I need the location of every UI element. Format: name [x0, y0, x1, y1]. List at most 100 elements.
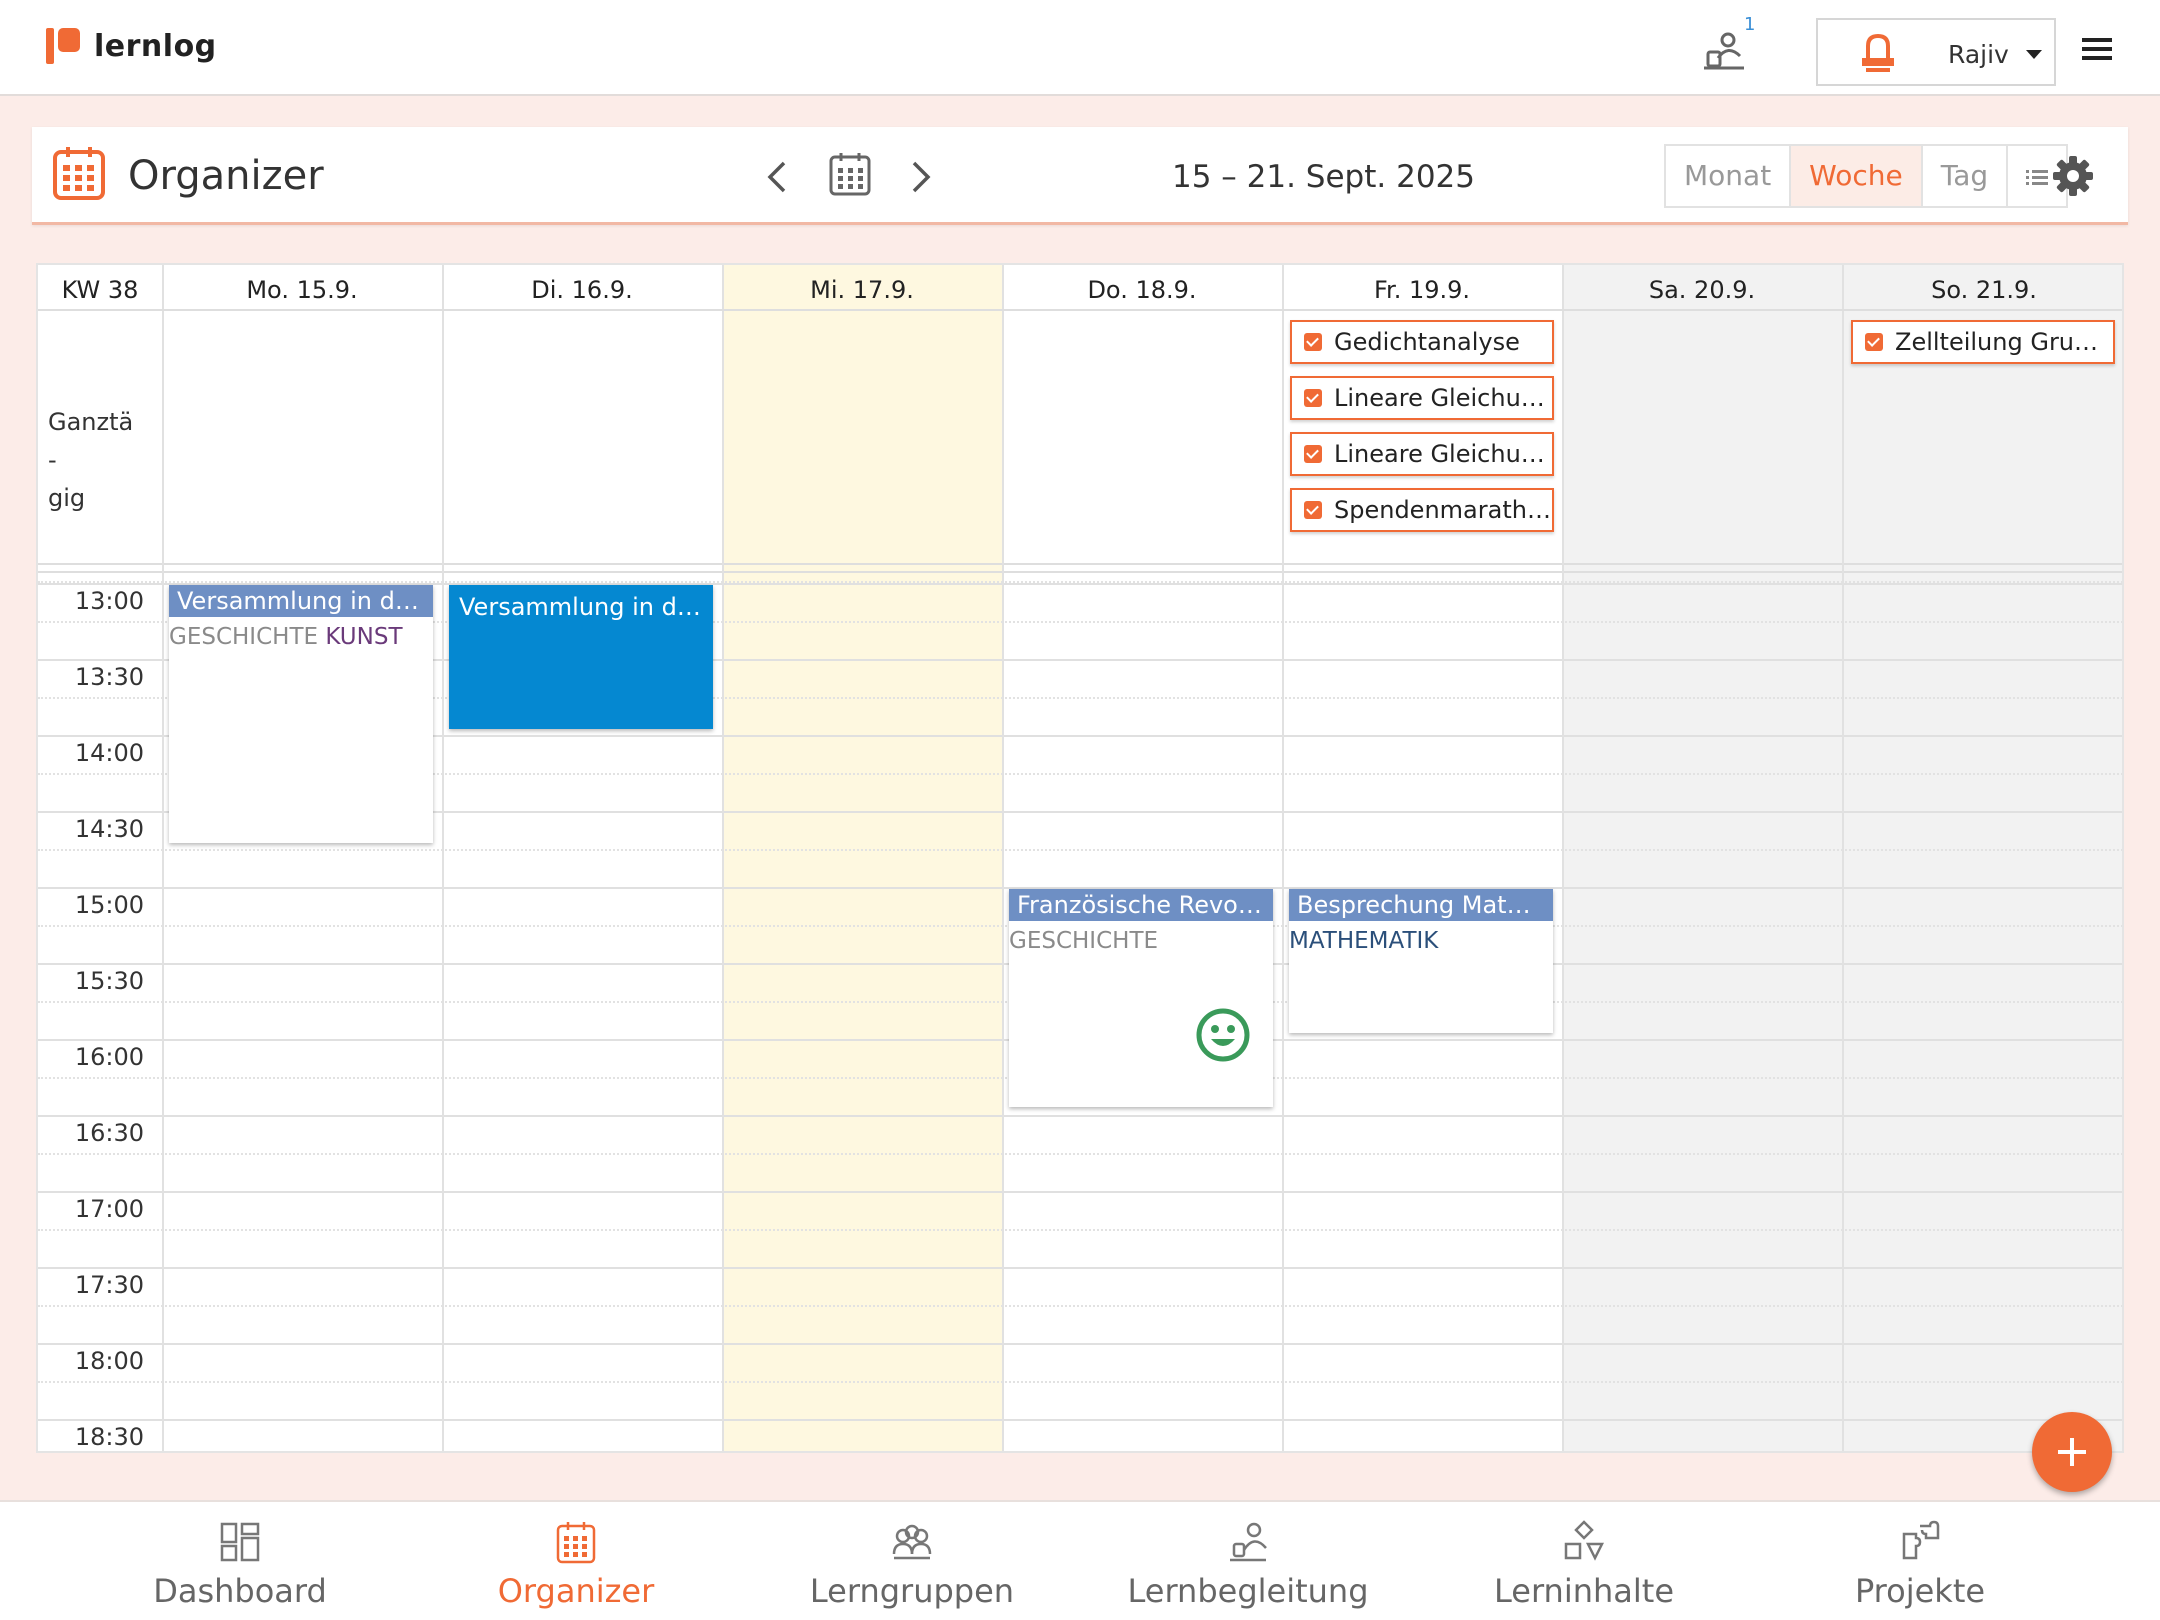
event-tags: GESCHICHTE: [1009, 921, 1273, 961]
subject-tag: GESCHICHTE: [169, 624, 319, 650]
nav-lerngruppen[interactable]: Lerngruppen: [744, 1502, 1080, 1620]
date-picker-icon[interactable]: [828, 151, 872, 197]
logo-icon: [46, 28, 80, 64]
task-label: Zellteilung Grundlagen: [1895, 328, 2113, 356]
today-column: [722, 265, 1002, 1451]
time-label: 16:30: [74, 1119, 144, 1147]
checkbox-icon: [1304, 389, 1322, 407]
time-label: 15:00: [74, 891, 144, 919]
time-slot-line: [38, 1267, 2122, 1269]
nav-label: Dashboard: [153, 1572, 327, 1610]
time-label: 17:30: [74, 1271, 144, 1299]
event-title: Besprechung Mathe Projekt: [1289, 889, 1553, 921]
subject-tag: KUNST: [325, 624, 403, 650]
organizer-header: Organizer 15 – 21. Sept. 2025 Monat Woch…: [32, 127, 2128, 225]
day-header[interactable]: Di. 16.9.: [442, 265, 722, 311]
allday-label: Ganztä - gig: [48, 408, 134, 512]
checkbox-icon: [1304, 501, 1322, 519]
nav-label: Lernbegleitung: [1127, 1572, 1369, 1610]
user-name: Rajiv: [1948, 40, 2009, 69]
task-item[interactable]: Gedichtanalyse: [1290, 320, 1554, 364]
checkbox-icon: [1304, 445, 1322, 463]
nav-dashboard[interactable]: Dashboard: [72, 1502, 408, 1620]
week-number: KW 38: [61, 276, 139, 304]
nav-organizer[interactable]: Organizer: [408, 1502, 744, 1620]
bottom-navigation: Dashboard Organizer Lerngruppen Lernbegl…: [0, 1500, 2160, 1620]
calendar-event[interactable]: Französische Revolution GESCHICHTE: [1009, 889, 1273, 1107]
calendar-event[interactable]: Besprechung Mathe Projekt MATHEMATIK: [1289, 889, 1553, 1033]
nav-label: Lerngruppen: [809, 1572, 1015, 1610]
subject-tag: MATHEMATIK: [1289, 928, 1439, 954]
logo[interactable]: lernlog: [46, 28, 217, 64]
list-icon: [2026, 170, 2049, 185]
calendar-event[interactable]: Versammlung in der Aula: [449, 585, 713, 729]
time-label: 14:30: [74, 815, 144, 843]
smiley-icon: [1196, 1008, 1250, 1062]
time-slot-line: [38, 1115, 2122, 1117]
view-switcher: Monat Woche Tag: [1664, 144, 2069, 208]
notification-count: 1: [1744, 14, 1756, 35]
view-week-button[interactable]: Woche: [1791, 146, 1923, 206]
day-header[interactable]: Mi. 17.9.: [722, 265, 1002, 311]
time-slot-divider: [38, 1381, 2122, 1383]
logo-text: lernlog: [94, 28, 217, 64]
previous-week-button[interactable]: [760, 157, 796, 197]
calendar-event[interactable]: Versammlung in der Aula GESCHICHTE KUNST: [169, 585, 433, 843]
time-slot-line: [38, 1419, 2122, 1421]
time-slot-divider: [38, 1305, 2122, 1307]
task-item[interactable]: Lineare Gleichungen: [1290, 376, 1554, 420]
time-label: 16:00: [74, 1043, 144, 1071]
task-label: Lineare Gleichungen: [1334, 384, 1552, 412]
allday-separator: [38, 571, 2122, 573]
time-label: 18:00: [74, 1347, 144, 1375]
day-header[interactable]: Do. 18.9.: [1002, 265, 1282, 311]
view-day-button[interactable]: Tag: [1923, 146, 2009, 206]
nav-label: Lerninhalte: [1493, 1572, 1674, 1610]
week-calendar: 13:00 13:30 14:00 14:30 15:00 15:30 16:00 16:30…: [36, 263, 2124, 1453]
subject-tag: GESCHICHTE: [1009, 928, 1159, 954]
add-button[interactable]: [2032, 1412, 2112, 1492]
gear-icon[interactable]: [2052, 155, 2094, 197]
nav-projekte[interactable]: Projekte: [1752, 1502, 2088, 1620]
day-header[interactable]: Sa. 20.9.: [1562, 265, 1842, 311]
task-label: Gedichtanalyse: [1334, 328, 1520, 356]
event-title: Versammlung in der Aula: [169, 585, 433, 617]
menu-icon[interactable]: [2082, 38, 2112, 62]
time-label: 18:30: [74, 1423, 144, 1451]
shapes-icon: [1564, 1520, 1604, 1561]
time-slot-divider: [38, 1229, 2122, 1231]
time-label: 15:30: [74, 967, 144, 995]
mentoring-icon: [1230, 1522, 1267, 1562]
time-slot-divider: [38, 1153, 2122, 1155]
task-item[interactable]: Spendenmarathon: [1290, 488, 1554, 532]
top-bar: lernlog 1 Rajiv: [0, 0, 2160, 96]
task-item[interactable]: Zellteilung Grundlagen: [1851, 320, 2115, 364]
day-header[interactable]: So. 21.9.: [1842, 265, 2122, 311]
task-label: Lineare Gleichungen: [1334, 440, 1552, 468]
day-header-row: KW 38 Mo. 15.9. Di. 16.9. Mi. 17.9. Do. …: [38, 265, 2122, 311]
time-label: 13:30: [74, 663, 144, 691]
task-item[interactable]: Lineare Gleichungen: [1290, 432, 1554, 476]
group-icon: [892, 1524, 932, 1560]
time-label: 13:00: [74, 587, 144, 615]
calendar-icon: [556, 1522, 596, 1564]
time-label: 14:00: [74, 739, 144, 767]
event-title: Französische Revolution: [1009, 889, 1273, 921]
checkbox-icon: [1865, 333, 1883, 351]
time-slot-line: [38, 1191, 2122, 1193]
time-label: 17:00: [74, 1195, 144, 1223]
event-tags: MATHEMATIK: [1289, 921, 1553, 961]
time-slot-line: [38, 1343, 2122, 1345]
allday-separator: [38, 563, 2122, 565]
user-menu[interactable]: Rajiv: [1816, 18, 2056, 86]
view-month-button[interactable]: Monat: [1666, 146, 1792, 206]
nav-lernbegleitung[interactable]: Lernbegleitung: [1080, 1502, 1416, 1620]
dashboard-icon: [220, 1522, 260, 1562]
next-week-button[interactable]: [902, 157, 938, 197]
nav-lerninhalte[interactable]: Lerninhalte: [1416, 1502, 1752, 1620]
user-avatar-icon: [1862, 34, 1894, 72]
chevron-down-icon: [2026, 50, 2042, 59]
day-header[interactable]: Fr. 19.9.: [1282, 265, 1562, 311]
day-header[interactable]: Mo. 15.9.: [162, 265, 442, 311]
puzzle-icon: [1902, 1520, 1940, 1560]
